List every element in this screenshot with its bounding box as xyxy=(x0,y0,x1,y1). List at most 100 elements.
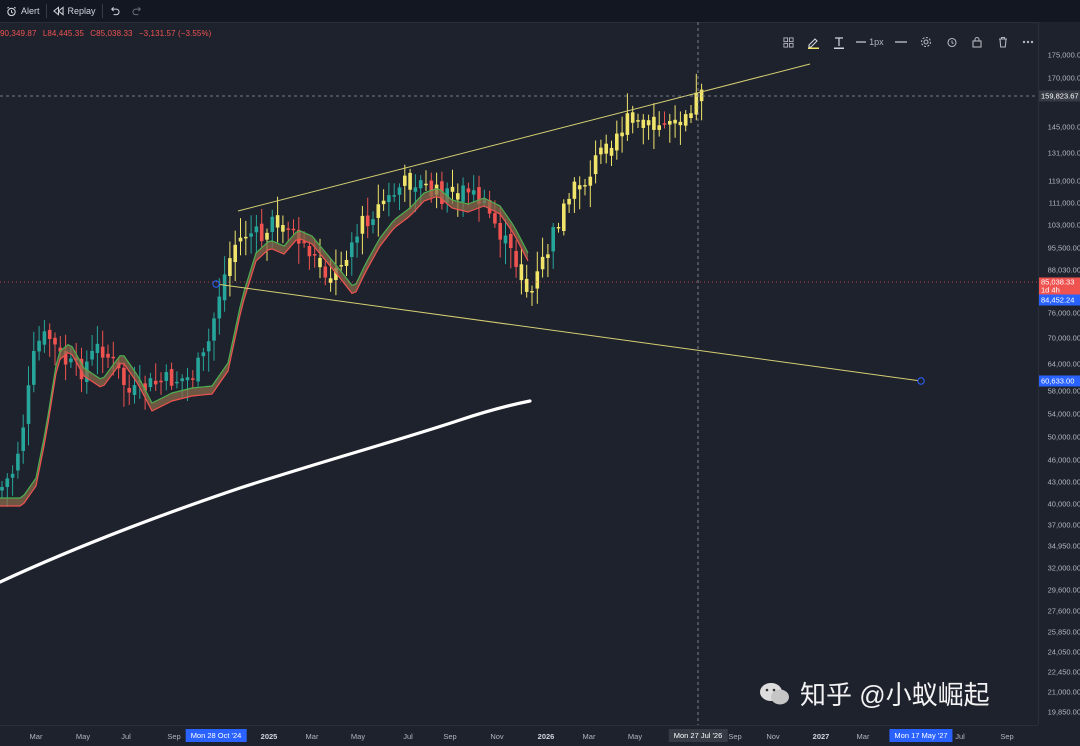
candle-body xyxy=(0,486,4,491)
candle-body xyxy=(615,133,619,151)
candle-body xyxy=(371,219,375,225)
candle-body xyxy=(530,290,534,293)
price-tick-label: 54,000.00 xyxy=(1047,409,1080,419)
candle xyxy=(254,214,259,255)
price-tick-label: 70,000.00 xyxy=(1047,333,1080,343)
price-tick-label: 21,000.00 xyxy=(1047,687,1080,697)
time-badge-left: Mon 28 Oct '24 xyxy=(185,729,247,742)
candle-body xyxy=(424,183,428,186)
lock-button[interactable] xyxy=(969,32,985,52)
alert-button[interactable]: Alert xyxy=(0,0,46,22)
candle-body xyxy=(169,369,174,386)
candle-body xyxy=(90,350,94,360)
upper-trendline[interactable] xyxy=(237,63,811,212)
candle-body xyxy=(249,233,253,237)
watermark: 知乎 @小蚁崛起 xyxy=(758,675,990,712)
time-tick-label: 2025 xyxy=(260,732,278,741)
candle-body xyxy=(37,340,41,352)
candle-body xyxy=(323,266,328,278)
candle-body xyxy=(524,278,529,292)
candle xyxy=(212,312,216,361)
candle-body xyxy=(599,147,603,155)
candle-body xyxy=(630,112,635,123)
candle xyxy=(683,110,688,132)
candle-body xyxy=(275,215,280,228)
alarm-clock-icon xyxy=(947,37,957,48)
candle xyxy=(466,182,471,206)
price-chart[interactable] xyxy=(0,22,1038,725)
alarm-clock-icon xyxy=(7,6,16,16)
price-tick-label: 119,000.0 xyxy=(1048,176,1080,186)
candle xyxy=(599,139,603,164)
candle xyxy=(477,175,481,222)
trash-icon xyxy=(998,36,1007,48)
wechat-logo-icon xyxy=(760,682,789,704)
candle-body xyxy=(551,227,555,252)
trendline-handle[interactable] xyxy=(917,377,925,385)
lower-trendline[interactable] xyxy=(215,283,922,382)
time-tick-label: May xyxy=(75,732,91,741)
candle xyxy=(694,73,699,121)
candle-body xyxy=(609,147,614,156)
template-button[interactable] xyxy=(780,32,796,52)
candle xyxy=(577,176,582,210)
redo-button[interactable] xyxy=(126,0,149,22)
candle-body xyxy=(286,228,290,230)
candle xyxy=(593,140,598,184)
candle xyxy=(424,170,428,192)
gear-icon xyxy=(921,36,932,48)
time-tick-label: Mar xyxy=(305,732,319,741)
candle xyxy=(397,183,402,210)
candle xyxy=(90,334,94,366)
candle xyxy=(281,215,285,244)
text-icon xyxy=(833,36,844,49)
time-axis[interactable]: Mar May Jul Sep 2025 Mar May Jul Sep Nov 2026 Mar Ma… xyxy=(0,725,1038,746)
candle-body xyxy=(498,222,502,240)
replay-button[interactable]: Replay xyxy=(47,0,102,22)
price-tick-label: 175,000.0 xyxy=(1047,50,1080,60)
candle xyxy=(360,205,365,255)
undo-button[interactable] xyxy=(103,0,126,22)
candle xyxy=(662,111,667,129)
candle xyxy=(0,481,4,499)
candle xyxy=(127,374,131,406)
watermark-text: 知乎 @小蚁崛起 xyxy=(800,680,990,710)
price-tick-label: 19,850.00 xyxy=(1047,707,1080,717)
candle-body xyxy=(244,236,248,239)
line-color-button[interactable] xyxy=(805,32,821,52)
ema-ribbon xyxy=(0,188,529,507)
candle-body xyxy=(254,226,259,233)
line-width-label: 1px xyxy=(869,37,884,47)
candle-body xyxy=(593,155,598,175)
candle-body xyxy=(535,271,540,289)
candle xyxy=(567,192,571,213)
candle-body xyxy=(281,225,285,232)
text-color-button[interactable] xyxy=(831,32,847,52)
time-tick-label: Nov xyxy=(766,732,780,741)
price-axis[interactable]: 175,000.0170,000.0156,000.0145,000.0131,… xyxy=(1038,22,1080,725)
ohlc-low: L84,445.35 xyxy=(42,29,84,38)
ohlc-legend: 90,349.87 L84,445.35 C85,038.33 −3,131.5… xyxy=(0,29,215,38)
candle xyxy=(10,465,15,496)
lock-icon xyxy=(972,36,982,48)
price-tick-label: 27,600.00 xyxy=(1047,606,1080,616)
candle-body xyxy=(153,380,158,385)
candle xyxy=(376,184,381,237)
settings-button[interactable] xyxy=(918,32,934,52)
candle-body xyxy=(307,245,312,257)
line-width-button[interactable]: 1px xyxy=(856,32,884,52)
candle xyxy=(100,330,105,374)
time-tick-label: Sep xyxy=(443,732,457,741)
candle xyxy=(408,168,412,209)
candle-body xyxy=(456,193,460,200)
alert-on-drawing-button[interactable] xyxy=(944,32,960,52)
delete-button[interactable] xyxy=(995,32,1011,52)
candle-body xyxy=(540,256,545,270)
price-tick-label: 40,000.00 xyxy=(1047,499,1080,509)
candle-body xyxy=(392,195,396,197)
candle-body xyxy=(32,351,36,385)
candle-body xyxy=(5,478,10,487)
line-style-button[interactable] xyxy=(893,32,909,52)
more-button[interactable] xyxy=(1020,32,1036,52)
candle xyxy=(540,237,545,278)
